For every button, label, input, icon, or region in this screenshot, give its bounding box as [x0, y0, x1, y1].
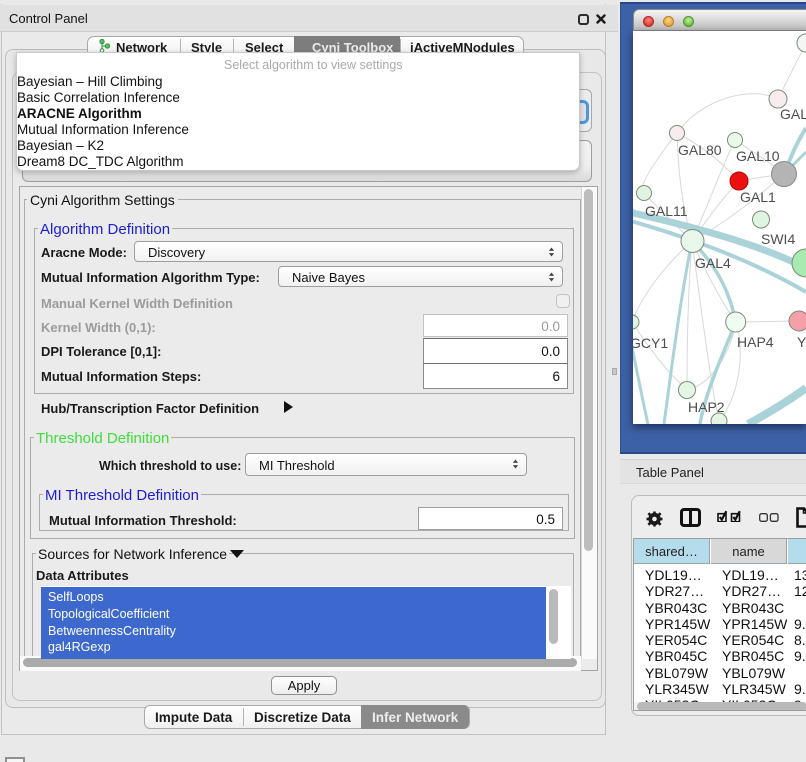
svg-text:GAL80: GAL80	[678, 142, 722, 158]
svg-text:SWI4: SWI4	[761, 231, 795, 247]
svg-text:GCY1: GCY1	[633, 335, 668, 351]
svg-text:GAL4: GAL4	[695, 255, 731, 271]
svg-text:GAL10: GAL10	[736, 148, 780, 164]
svg-text:HAP4: HAP4	[737, 334, 774, 350]
svg-text:GAL1: GAL1	[740, 189, 776, 205]
svg-text:YJ: YJ	[797, 334, 806, 350]
svg-text:GAL2: GAL2	[780, 106, 806, 122]
svg-text:GAL11: GAL11	[645, 203, 688, 219]
svg-text:HAP2: HAP2	[688, 399, 725, 415]
